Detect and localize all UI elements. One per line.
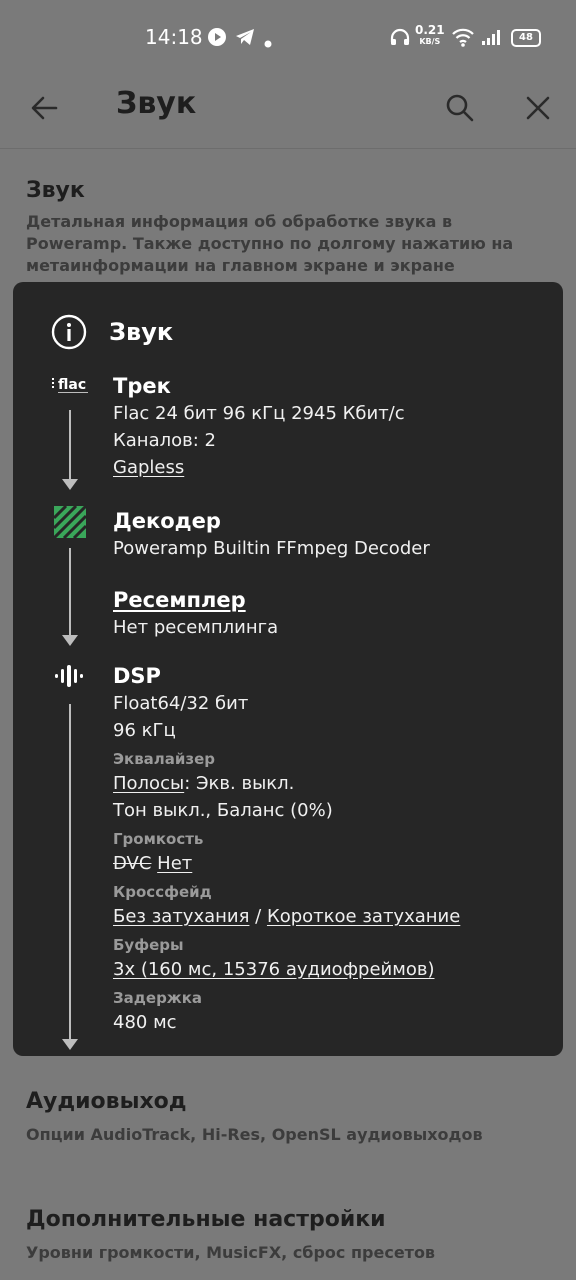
back-arrow-icon [31,96,58,120]
flac-icon: flac [51,374,91,396]
info-icon [51,314,87,350]
dsp-title: DSP [113,664,161,688]
short-fade-link[interactable]: Короткое затухание [267,906,460,927]
bands-link[interactable]: Полосы [113,773,184,794]
search-icon [446,94,474,122]
settings-item-sound[interactable]: Звук Детальная информация об обработке з… [26,178,546,277]
settings-item-advanced[interactable]: Дополнительные настройки Уровни громкост… [26,1207,546,1264]
track-format: Flac 24 бит 96 кГц 2945 Кбит/с [113,403,405,424]
close-icon [526,96,550,120]
no-fade-link[interactable]: Без затухания [113,906,249,927]
equalizer-label: Эквалайзер [113,750,216,768]
resampler-value: Нет ресемплинга [113,617,279,638]
arrow-down-icon [62,479,78,490]
equalizer-bands-row: Полосы: Экв. выкл. [113,770,460,797]
dsp-node: DSP Float64/32 бит 96 кГц Эквалайзер Пол… [113,662,460,1036]
flow-line [69,548,71,636]
battery-icon: 48 [511,29,541,47]
decoder-value: Poweramp Builtin FFmpeg Decoder [113,538,430,559]
search-button[interactable] [438,86,482,130]
ffmpeg-icon [52,504,88,540]
back-button[interactable] [22,86,66,130]
settings-item-title: Звук [26,178,85,203]
page-title: Звук [116,86,197,121]
volume-link[interactable]: Нет [157,853,192,874]
dialog-title: Звук [109,318,174,346]
settings-item-description: Уровни громкости, MusicFX, сброс пресето… [26,1243,436,1262]
decoder-node: Декодер Poweramp Builtin FFmpeg Decoder [113,507,430,562]
volume-row: DVC Нет [113,850,460,877]
resampler-link[interactable]: Ресемплер [113,586,278,614]
settings-item-description: Опции AudioTrack, Hi-Res, OpenSL аудиовы… [26,1125,483,1144]
bands-status: : Экв. выкл. [184,773,295,794]
buffers-label: Буферы [113,936,184,954]
flow-line [69,704,71,1040]
svg-text:flac: flac [58,377,86,393]
buffers-link[interactable]: 3x (160 мс, 15376 аудиофреймов) [113,956,460,983]
crossfade-separator: / [249,906,267,927]
dsp-waveform-icon [53,664,87,688]
gapless-link[interactable]: Gapless [113,454,405,481]
sound-info-dialog: Звук flac Трек Flac 24 бит 96 кГц 2945 К… [13,282,563,1056]
signal-icon [481,28,503,50]
status-time: 14:18 [145,25,203,49]
track-title: Трек [113,374,171,398]
track-node: Трек Flac 24 бит 96 кГц 2945 Кбит/с Кана… [113,372,405,481]
app-bar: Звук [0,72,576,149]
play-icon [207,27,227,51]
crossfade-label: Кроссфейд [113,883,212,901]
wifi-icon [451,27,475,51]
telegram-icon [235,28,255,50]
latency-value: 480 мс [113,1012,177,1033]
dot-icon [264,33,272,52]
dvc-text: DVC [113,853,152,874]
headphones-icon [390,28,410,50]
track-channels: Каналов: 2 [113,430,216,451]
latency-label: Задержка [113,989,203,1007]
settings-item-title: Дополнительные настройки [26,1207,386,1232]
network-speed: 0.21 KB/S [415,23,445,46]
dsp-rate: 96 кГц [113,720,176,741]
volume-label: Громкость [113,830,204,848]
settings-item-description: Детальная информация об обработке звука … [26,212,514,275]
settings-item-audio-output[interactable]: Аудиовыход Опции AudioTrack, Hi-Res, Ope… [26,1089,546,1146]
resampler-node: Ресемплер Нет ресемплинга [113,586,278,641]
close-button[interactable] [516,86,560,130]
settings-item-title: Аудиовыход [26,1089,187,1114]
equalizer-tone: Тон выкл., Баланс (0%) [113,800,333,821]
flow-line [69,410,71,480]
status-bar: 14:18 0.21 KB/S 48 [0,0,576,72]
dsp-format: Float64/32 бит [113,693,249,714]
arrow-down-icon [62,1039,78,1050]
arrow-down-icon [62,635,78,646]
crossfade-row: Без затухания / Короткое затухание [113,903,460,930]
decoder-title: Декодер [113,509,221,533]
